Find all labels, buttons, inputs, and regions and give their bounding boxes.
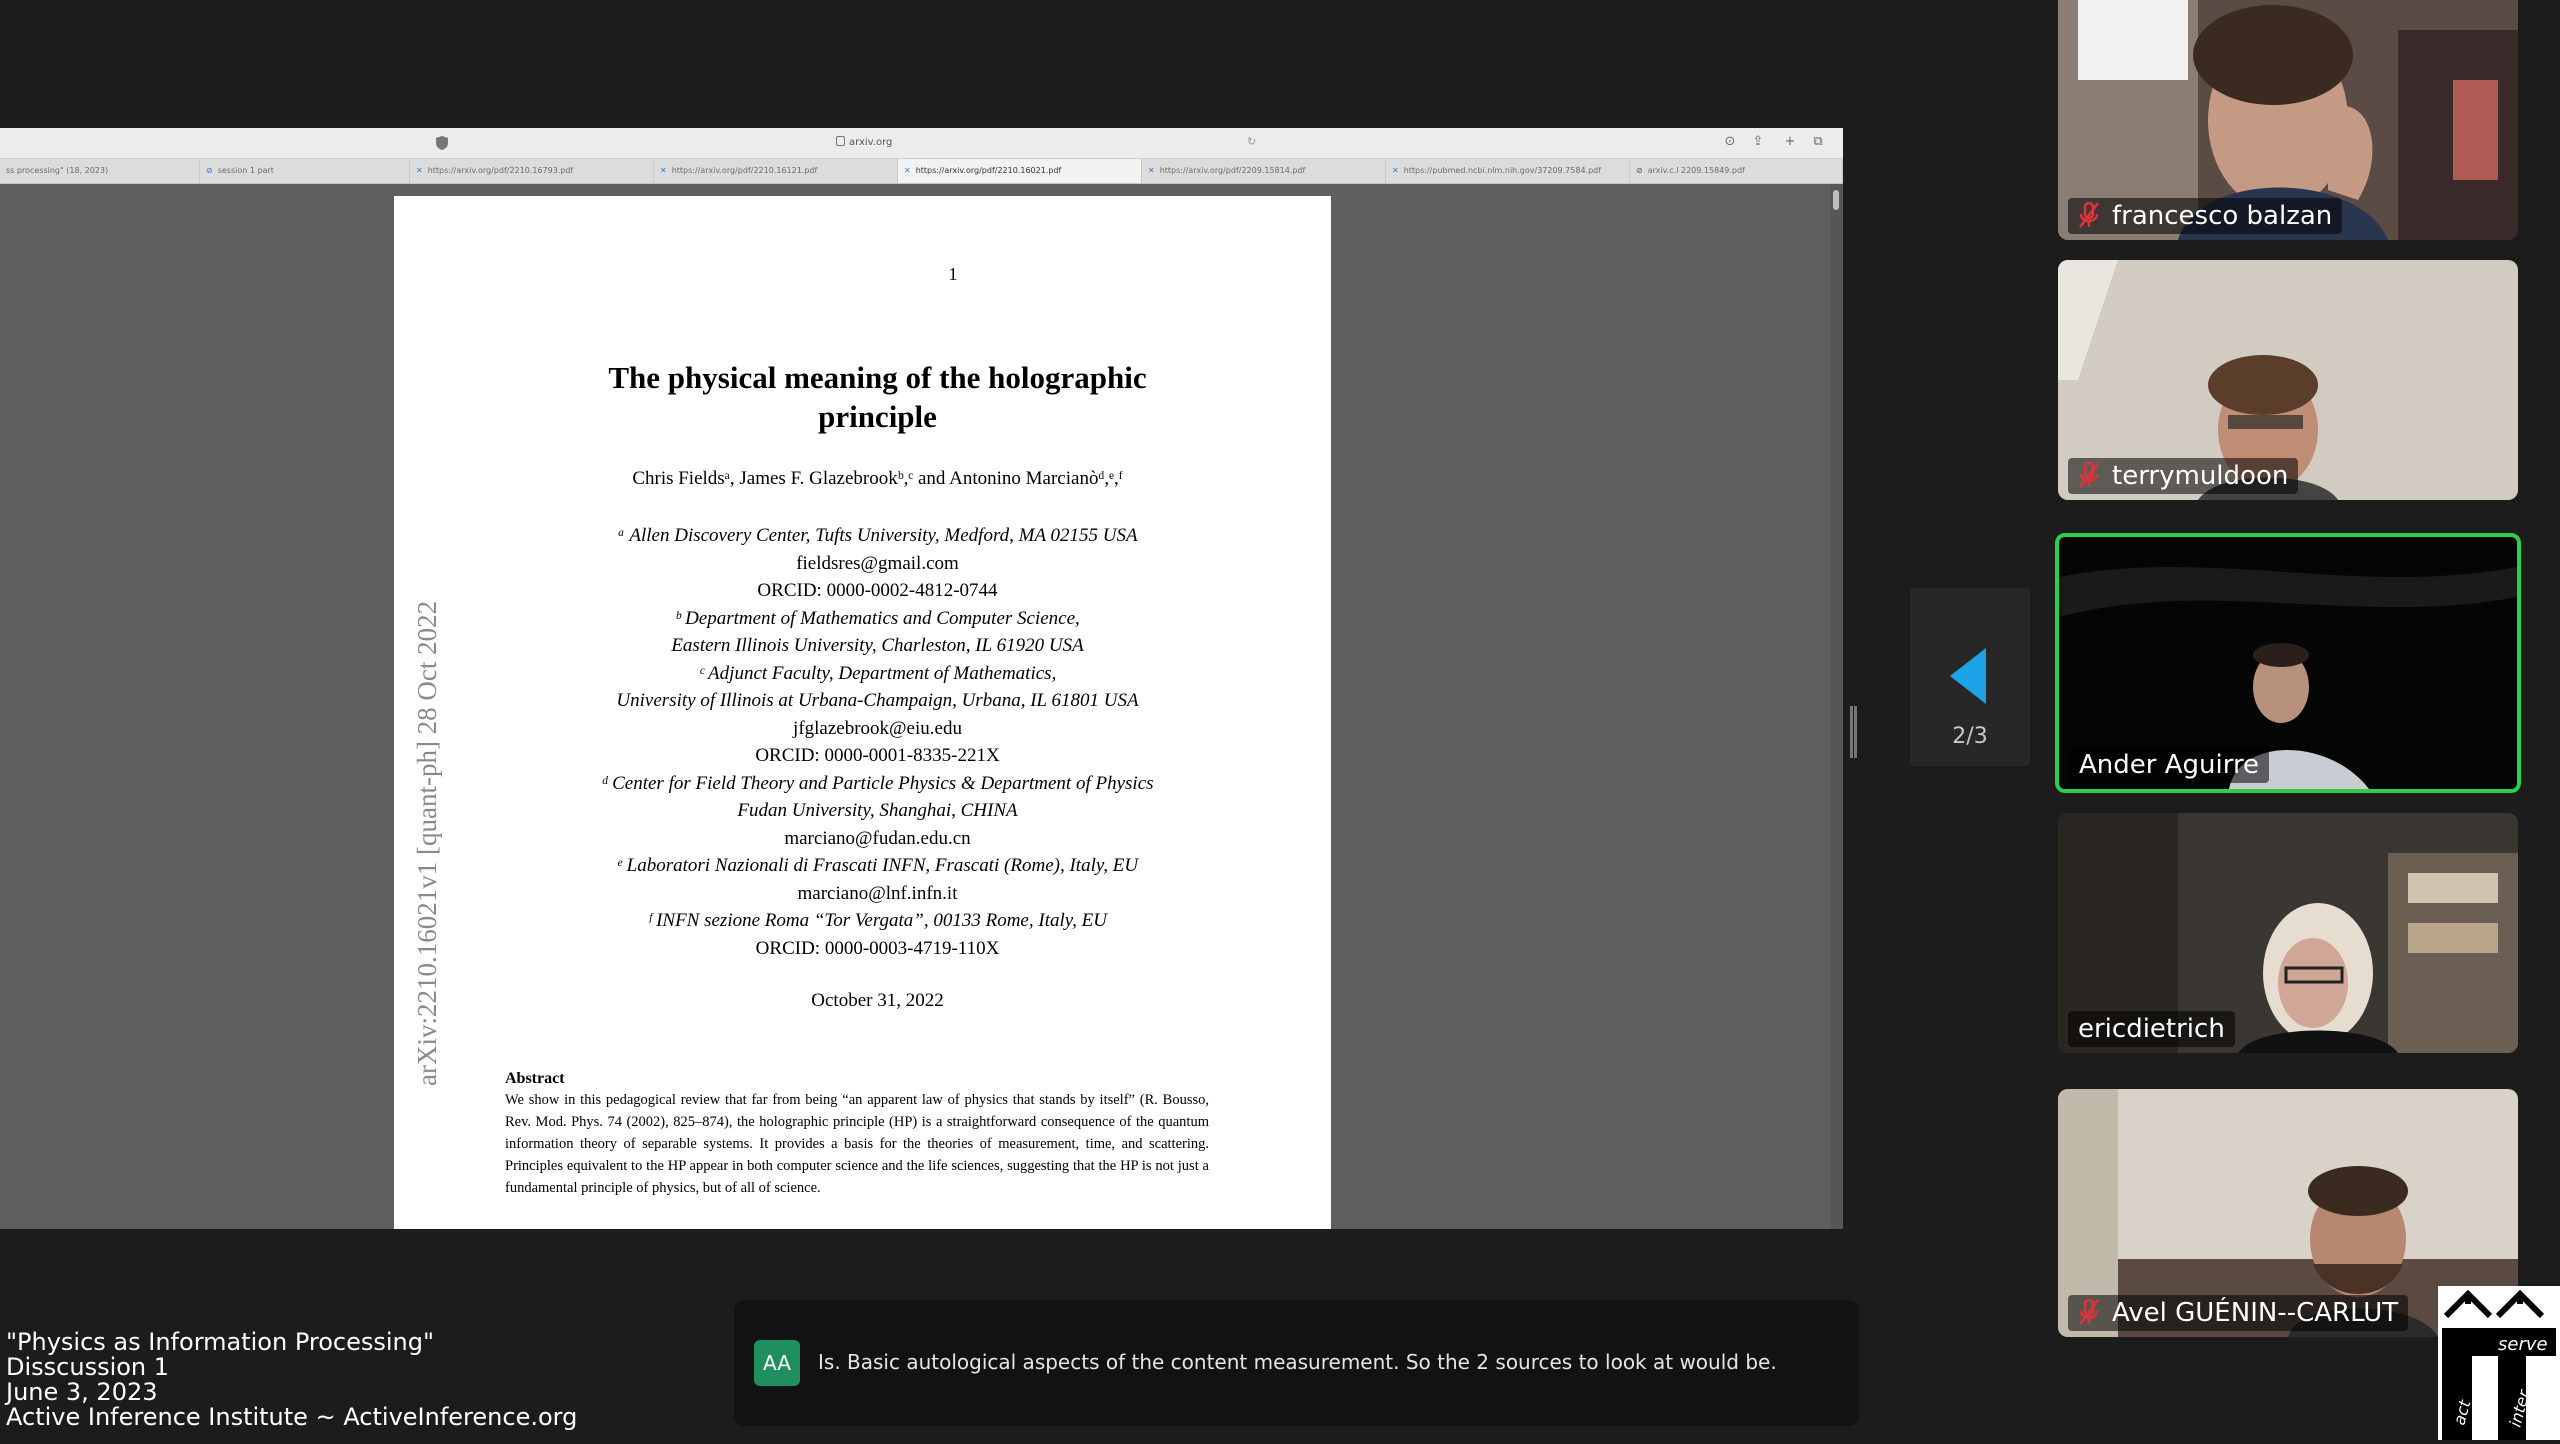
affiliation-line: University of Illinois at Urbana-Champai… — [616, 690, 1139, 711]
tab-6[interactable]: ✕ https://arxiv.org/pdf/2209.15814.pdf — [1142, 159, 1386, 183]
scrollbar-track[interactable] — [1831, 184, 1843, 1229]
scrollbar-thumb[interactable] — [1833, 190, 1839, 210]
affiliation-line: jfglazebrook@eiu.edu — [793, 717, 962, 739]
overlay-line-date: June 3, 2023 — [6, 1378, 158, 1406]
video-tile-ericdietrich[interactable]: ericdietrich — [2058, 813, 2518, 1053]
affiliation-line: ᵉ Laboratori Nazionali di Frascati INFN,… — [616, 855, 1139, 876]
tab-1[interactable]: ss processing" (18, 2023) — [0, 159, 200, 183]
tab-3[interactable]: ✕ https://arxiv.org/pdf/2210.16793.pdf — [410, 159, 654, 183]
tab-label: https://arxiv.org/pdf/2209.15814.pdf — [1159, 166, 1306, 175]
affiliation-line: Fudan University, Shanghai, CHINA — [737, 800, 1018, 821]
new-tab-icon[interactable]: + — [1782, 134, 1798, 150]
affiliation-line: ORCID: 0000-0003-4719-110X — [755, 937, 1000, 959]
tab-label: https://arxiv.org/pdf/2210.16021.pdf — [915, 166, 1062, 175]
tab-8[interactable]: ⊘ arxiv.c.l 2209.15849.pdf — [1630, 159, 1843, 183]
previous-page-arrow-icon[interactable] — [1950, 648, 1990, 704]
participant-name-tag: Avel GUÉNIN--CARLUT — [2068, 1295, 2409, 1331]
shield-icon[interactable] — [436, 136, 448, 150]
affiliation-line: ORCID: 0000-0001-8335-221X — [755, 745, 1000, 766]
participant-name: Ander Aguirre — [2079, 750, 2260, 780]
affiliation-line: marciano@lnf.infn.it — [797, 882, 958, 904]
address-text: arxiv.org — [849, 137, 893, 148]
abstract-text: We show in this pedagogical review that … — [505, 1092, 1209, 1196]
affiliation-line: ᵃ Allen Discovery Center, Tufts Universi… — [617, 525, 1138, 546]
tab-favicon-icon: ✕ — [904, 166, 911, 175]
affiliation-line: marciano@fudan.edu.cn — [784, 827, 971, 849]
participant-name-tag: francesco balzan — [2068, 198, 2343, 234]
video-tile-francesco-balzan[interactable]: francesco balzan — [2058, 0, 2518, 240]
overlay-line-title: "Physics as Information Processing" — [6, 1328, 435, 1356]
reload-icon[interactable]: ↻ — [1247, 135, 1256, 148]
tab-overview-icon[interactable]: ⧉ — [1810, 134, 1826, 150]
page-number: 1 — [948, 264, 958, 284]
tab-favicon-icon: ⊘ — [206, 166, 213, 175]
affiliation-line: Eastern Illinois University, Charleston,… — [671, 635, 1084, 656]
tab-favicon-icon: ⊘ — [1636, 166, 1643, 175]
pager-count: 2/3 — [1952, 724, 1988, 749]
address-bar[interactable]: arxiv.org — [836, 136, 892, 148]
tab-4[interactable]: ✕ https://arxiv.org/pdf/2210.16121.pdf — [654, 159, 898, 183]
logo-text-serve: serve — [2498, 1334, 2548, 1355]
logo-graphic: serve act inter — [2438, 1286, 2560, 1440]
split-divider-handle[interactable] — [1850, 706, 1857, 758]
browser-tab-strip: ss processing" (18, 2023) ⊘ session 1 par… — [0, 159, 1843, 184]
tab-label: https://arxiv.org/pdf/2210.16793.pdf — [427, 166, 574, 175]
paper-title-line2: principle — [818, 399, 937, 434]
tab-5-active[interactable]: ✕ https://arxiv.org/pdf/2210.16021.pdf — [898, 159, 1142, 183]
caption-text: Is. Basic autological aspects of the con… — [818, 1350, 1777, 1374]
tab-label: https://arxiv.org/pdf/2210.16121.pdf — [671, 166, 818, 175]
download-icon[interactable]: ⊙ — [1722, 134, 1738, 150]
tab-label: arxiv.c.l 2209.15849.pdf — [1647, 166, 1745, 175]
overlay-line-session: Disscussion 1 — [6, 1353, 170, 1381]
active-inference-logo: serve act inter — [2438, 1286, 2560, 1440]
affiliation-line: ᶜ Adjunct Faculty, Department of Mathema… — [698, 662, 1057, 684]
microphone-muted-icon — [2079, 461, 2099, 488]
video-tile-ander-aguirre-active-speaker[interactable]: Ander Aguirre — [2055, 533, 2521, 793]
participant-name-tag: ericdietrich — [2068, 1011, 2235, 1047]
paper-title-line1: The physical meaning of the holographic — [608, 360, 1147, 395]
shared-screen: arxiv.org ↻ ⊙ ⇪ + ⧉ ss processing" (18, … — [0, 128, 1843, 1229]
browser-toolbar: arxiv.org ↻ ⊙ ⇪ + ⧉ — [0, 128, 1843, 159]
participant-name: francesco balzan — [2112, 201, 2333, 231]
participant-name: terrymuldoon — [2112, 461, 2289, 491]
abstract-heading: Abstract — [505, 1070, 565, 1087]
paper-date: October 31, 2022 — [811, 990, 944, 1011]
paper-authors: Chris Fieldsᵃ, James F. Glazebrookᵇ,ᶜ an… — [632, 468, 1123, 489]
pdf-page: arXiv:2210.16021v1 [quant-ph] 28 Oct 202… — [394, 196, 1331, 1229]
speaker-avatar: AA — [754, 1340, 800, 1386]
tab-2[interactable]: ⊘ session 1 part — [200, 159, 410, 183]
overlay-line-org: Active Inference Institute ~ ActiveInfer… — [6, 1403, 578, 1431]
affiliation-line: ᵇ Department of Mathematics and Computer… — [675, 607, 1080, 629]
tab-favicon-icon: ✕ — [1148, 166, 1155, 175]
participant-name-tag: terrymuldoon — [2068, 458, 2299, 494]
tab-label: ss processing" (18, 2023) — [6, 166, 109, 175]
paper-title: The physical meaning of the holographic … — [394, 358, 1331, 436]
tab-favicon-icon: ✕ — [1392, 166, 1399, 175]
lock-icon — [836, 136, 845, 146]
microphone-muted-icon — [2079, 1298, 2099, 1325]
participant-name-tag: Ander Aguirre — [2069, 747, 2270, 783]
microphone-muted-icon — [2079, 201, 2099, 228]
affiliation-line: ᶠ INFN sezione Roma “Tor Vergata”, 00133… — [648, 910, 1107, 931]
tab-label: session 1 part — [217, 166, 274, 175]
affiliation-line: fieldsres@gmail.com — [796, 552, 959, 574]
video-tile-terrymuldoon[interactable]: terrymuldoon — [2058, 260, 2518, 500]
affiliation-line: ORCID: 0000-0002-4812-0744 — [757, 580, 998, 601]
stream-overlay-text: "Physics as Information Processing" Diss… — [6, 1330, 577, 1430]
affiliation-line: ᵈ Center for Field Theory and Particle P… — [601, 772, 1154, 794]
live-caption-bar: AA Is. Basic autological aspects of the … — [734, 1300, 1859, 1426]
tab-favicon-icon: ✕ — [660, 166, 667, 175]
tab-label: https://pubmed.ncbi.nlm.nih.gov/37209.75… — [1403, 166, 1602, 175]
tab-7[interactable]: ✕ https://pubmed.ncbi.nlm.nih.gov/37209.7… — [1386, 159, 1630, 183]
participant-name: ericdietrich — [2078, 1014, 2225, 1044]
affiliations: ᵃ Allen Discovery Center, Tufts Universi… — [394, 522, 1331, 962]
tab-favicon-icon: ✕ — [416, 166, 423, 175]
gallery-pager[interactable]: 2/3 — [1910, 588, 2030, 766]
share-icon[interactable]: ⇪ — [1750, 134, 1766, 150]
participant-name: Avel GUÉNIN--CARLUT — [2112, 1298, 2399, 1328]
